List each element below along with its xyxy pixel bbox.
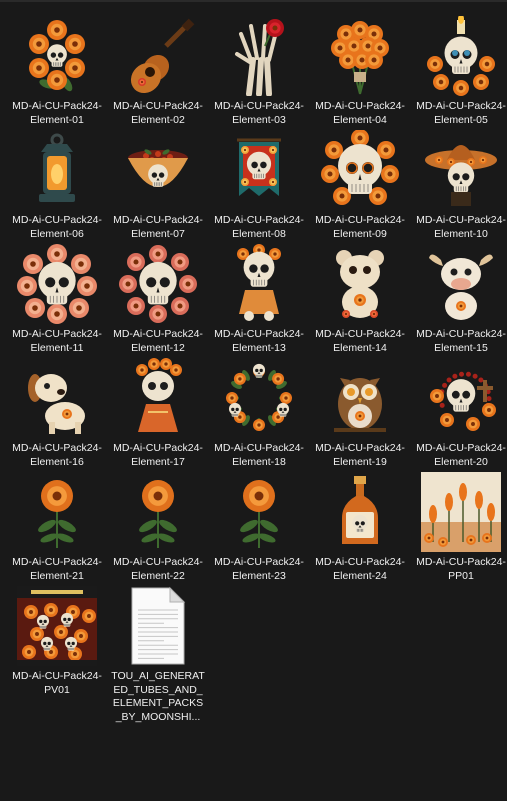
file-thumbnail (118, 586, 198, 666)
file-thumbnail (17, 586, 97, 666)
file-item[interactable]: MD-Ai-CU-Pack24-Element-14 (312, 230, 408, 355)
file-thumbnail (17, 130, 97, 210)
cow-plush-icon (429, 254, 493, 320)
file-item[interactable]: MD-Ai-CU-Pack24-Element-17 (110, 344, 206, 469)
file-item[interactable]: MD-Ai-CU-Pack24-Element-16 (9, 344, 105, 469)
catrina-doll-icon (136, 358, 182, 432)
file-item[interactable]: MD-Ai-CU-Pack24-Element-05 (413, 2, 507, 127)
file-thumbnail (219, 358, 299, 438)
file-item[interactable]: TOU_AI_GENERATED_TUBES_AND_ELEMENT_PACKS… (110, 572, 206, 724)
file-thumbnail (219, 244, 299, 324)
skull-doll-icon (237, 244, 281, 321)
marigold-bouquet-icon (331, 21, 389, 95)
file-thumbnail (118, 472, 198, 552)
text-document-icon (131, 586, 186, 665)
file-thumbnail (219, 472, 299, 552)
skeleton-hand-rose-icon (235, 19, 284, 96)
marigold-skull-wreath-icon (29, 20, 85, 92)
file-item[interactable]: MD-Ai-CU-Pack24-Element-13 (211, 230, 307, 355)
file-grid: MD-Ai-CU-Pack24-Element-01 MD-Ai-CU-Pack2… (0, 0, 507, 801)
file-item[interactable]: MD-Ai-CU-Pack24-Element-24 (312, 458, 408, 583)
pack-preview-icon (17, 586, 97, 666)
file-thumbnail (421, 472, 501, 552)
file-item[interactable]: MD-Ai-CU-Pack24-Element-18 (211, 344, 307, 469)
skull-banner-icon (237, 138, 281, 196)
file-item[interactable]: MD-Ai-CU-Pack24-Element-01 (9, 2, 105, 127)
marigold-flower-icon (240, 480, 278, 548)
file-item[interactable]: MD-Ai-CU-Pack24-Element-04 (312, 2, 408, 127)
flower-skull-icon (17, 244, 97, 324)
file-item[interactable]: MD-Ai-CU-Pack24-Element-06 (9, 116, 105, 241)
file-item[interactable]: MD-Ai-CU-Pack24-Element-15 (413, 230, 507, 355)
file-item[interactable]: MD-Ai-CU-Pack24-Element-11 (9, 230, 105, 355)
file-thumbnail (118, 16, 198, 96)
paper-preview-icon (421, 472, 501, 552)
file-item[interactable]: MD-Ai-CU-Pack24-Element-21 (9, 458, 105, 583)
file-item[interactable]: MD-Ai-CU-Pack24-PP01 (413, 458, 507, 583)
file-thumbnail (320, 472, 400, 552)
candle-skull-icon (427, 16, 495, 96)
file-item[interactable]: MD-Ai-CU-Pack24-Element-10 (413, 116, 507, 241)
file-item[interactable]: MD-Ai-CU-Pack24-Element-08 (211, 116, 307, 241)
file-item[interactable]: MD-Ai-CU-Pack24-Element-03 (211, 2, 307, 127)
file-item[interactable]: MD-Ai-CU-Pack24-Element-23 (211, 458, 307, 583)
skull-bowl-icon (128, 149, 188, 187)
file-item[interactable]: MD-Ai-CU-Pack24-Element-20 (413, 344, 507, 469)
file-thumbnail (421, 130, 501, 210)
file-thumbnail (320, 130, 400, 210)
file-item[interactable]: MD-Ai-CU-Pack24-Element-07 (110, 116, 206, 241)
file-thumbnail (17, 16, 97, 96)
puppy-icon (28, 374, 85, 434)
file-name: MD-Ai-CU-Pack24-Element-24 (315, 556, 405, 582)
file-item[interactable]: MD-Ai-CU-Pack24-Element-22 (110, 458, 206, 583)
marigold-flower-icon (38, 480, 76, 548)
file-thumbnail (219, 16, 299, 96)
file-name: MD-Ai-CU-Pack24-PV01 (12, 670, 102, 696)
file-item[interactable]: MD-Ai-CU-Pack24-Element-12 (110, 230, 206, 355)
file-name: MD-Ai-CU-Pack24-Element-23 (214, 556, 304, 582)
file-thumbnail (320, 16, 400, 96)
file-thumbnail (421, 358, 501, 438)
file-thumbnail (118, 358, 198, 438)
skull-rosary-icon (430, 371, 496, 431)
file-item[interactable]: MD-Ai-CU-Pack24-Element-19 (312, 344, 408, 469)
sombrero-skull-icon (425, 145, 497, 206)
file-thumbnail (421, 16, 501, 96)
sugar-skull-icon (321, 130, 399, 205)
file-thumbnail (17, 244, 97, 324)
file-thumbnail (421, 244, 501, 324)
teddy-bear-icon (336, 250, 384, 318)
file-thumbnail (320, 244, 400, 324)
file-thumbnail (219, 130, 299, 210)
file-thumbnail (118, 244, 198, 324)
skull-wreath-icon (226, 363, 292, 431)
file-name: TOU_AI_GENERATED_TUBES_AND_ELEMENT_PACKS… (111, 670, 205, 723)
lantern-icon (39, 133, 75, 202)
rose-skull-wreath-icon (119, 245, 197, 323)
file-item[interactable]: MD-Ai-CU-Pack24-Element-02 (110, 2, 206, 127)
guitar-icon (130, 18, 195, 94)
marigold-flower-icon (139, 480, 177, 548)
file-name: MD-Ai-CU-Pack24-PP01 (416, 556, 506, 582)
file-thumbnail (17, 358, 97, 438)
file-thumbnail (320, 358, 400, 438)
file-item[interactable]: MD-Ai-CU-Pack24-Element-09 (312, 116, 408, 241)
file-item[interactable]: MD-Ai-CU-Pack24-PV01 (9, 572, 105, 697)
owl-icon (334, 378, 386, 432)
tequila-bottle-icon (342, 476, 378, 544)
file-thumbnail (118, 130, 198, 210)
file-thumbnail (17, 472, 97, 552)
